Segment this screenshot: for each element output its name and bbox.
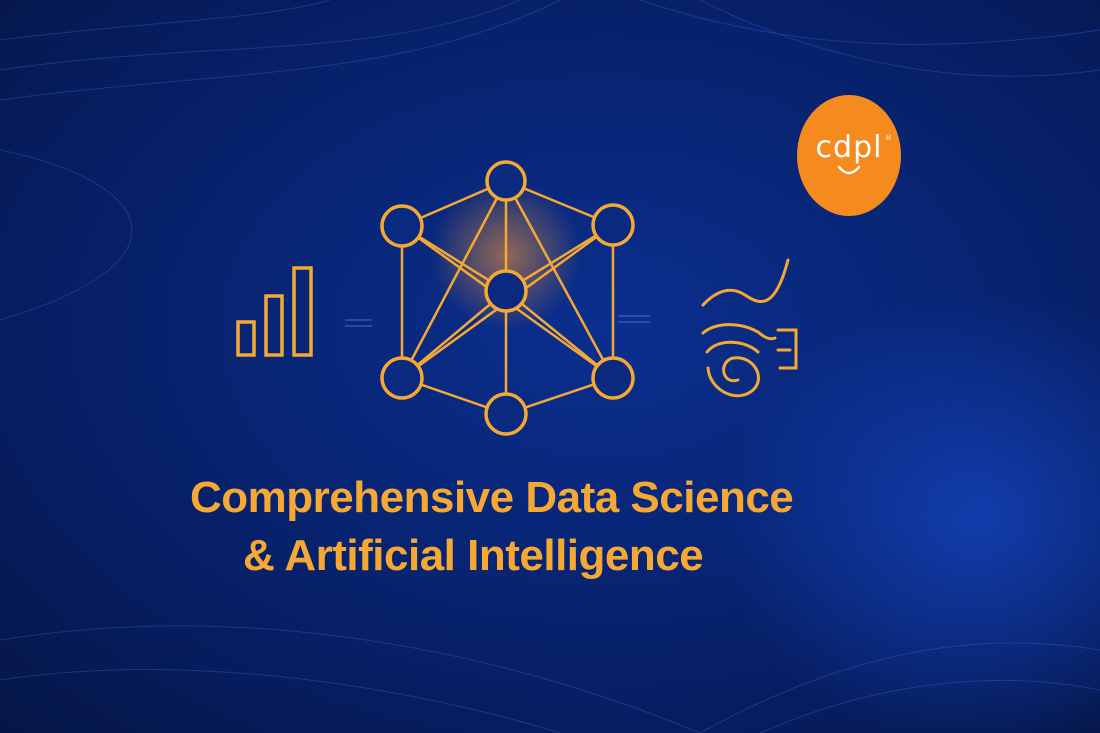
page-title-line-2: & Artificial Intelligence — [243, 531, 704, 580]
cdpl-logo: cdpl ® — [797, 95, 901, 216]
network-node — [484, 269, 528, 313]
network-node — [591, 356, 635, 400]
smile-icon — [837, 165, 861, 175]
neural-network-icon — [380, 160, 635, 436]
logo-registered-mark: ® — [885, 134, 892, 142]
network-node — [380, 204, 424, 248]
page-title-line-1: Comprehensive Data Science — [190, 473, 794, 522]
network-node — [380, 356, 424, 400]
bar-chart-icon — [236, 266, 313, 357]
background-graphics — [0, 0, 1100, 733]
network-node — [484, 392, 528, 436]
network-node — [591, 203, 635, 247]
network-node — [485, 160, 527, 202]
